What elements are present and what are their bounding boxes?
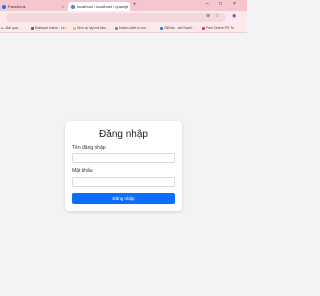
address-bar[interactable] bbox=[6, 13, 226, 22]
new-tab-button[interactable]: + bbox=[133, 2, 137, 8]
bookmark-item[interactable]: button-debt-in-ovi... bbox=[115, 26, 148, 30]
tab-facebook[interactable]: Facebook × bbox=[0, 2, 66, 11]
bookmark-item[interactable]: Dịch vụ lấy mã bảo... bbox=[73, 26, 109, 30]
bookmark-item[interactable]: GitHub - devTranh... bbox=[160, 26, 195, 30]
tab-label: localhost / localhost / quanlyl bbox=[77, 4, 128, 9]
close-tab-icon[interactable]: × bbox=[62, 4, 64, 9]
username-label: Tên đăng nhập bbox=[72, 145, 106, 151]
bookmark-label: button-debt-in-ovi... bbox=[119, 26, 149, 30]
translate-icon[interactable]: ⊕ bbox=[206, 13, 210, 19]
profile-avatar-icon[interactable]: ◉ bbox=[232, 13, 236, 19]
bookmarks-bar: c—Bài qua... Notepad online - Le... Dịch… bbox=[0, 24, 247, 33]
facebook-favicon-icon bbox=[2, 4, 6, 9]
tab-localhost[interactable]: localhost / localhost / quanlyl × bbox=[68, 2, 130, 11]
facebook-favicon-icon bbox=[160, 26, 163, 30]
bookmark-label: Dịch vụ lấy mã bảo... bbox=[77, 26, 109, 30]
close-tab-icon[interactable]: × bbox=[126, 4, 128, 9]
password-input[interactable] bbox=[72, 177, 175, 187]
password-label: Mật khẩu bbox=[72, 168, 93, 174]
browser-tab-strip: Facebook × localhost / localhost / quanl… bbox=[0, 0, 247, 11]
bookmark-item[interactable]: c—Bài qua... bbox=[1, 26, 20, 30]
page-icon bbox=[115, 26, 118, 30]
login-submit-button[interactable]: Đăng nhập bbox=[72, 193, 175, 204]
login-card: Đăng nhập Tên đăng nhập Mật khẩu Đăng nh… bbox=[65, 121, 182, 211]
minimize-button[interactable]: – bbox=[206, 1, 209, 7]
bookmark-item[interactable]: Notepad online - Le... bbox=[31, 26, 67, 30]
close-window-button[interactable]: × bbox=[233, 1, 236, 7]
bookmark-star-icon[interactable]: ☆ bbox=[215, 13, 219, 19]
bookmark-label: c—Bài qua... bbox=[1, 26, 21, 30]
bookmark-label: Notepad online - Le... bbox=[35, 26, 68, 30]
username-input[interactable] bbox=[72, 153, 175, 163]
bookmark-label: Free Online PD To bbox=[206, 26, 234, 30]
notepad-favicon-icon bbox=[31, 26, 34, 30]
login-title: Đăng nhập bbox=[99, 129, 148, 140]
bookmark-label: GitHub - devTranh... bbox=[164, 26, 195, 30]
tab-label: Facebook bbox=[8, 4, 26, 9]
bookmark-item[interactable]: Free Online PD To bbox=[202, 26, 234, 30]
pdf-icon bbox=[202, 26, 205, 30]
phpmyadmin-favicon-icon bbox=[71, 4, 75, 9]
folder-icon bbox=[73, 26, 76, 30]
maximize-button[interactable]: □ bbox=[219, 1, 222, 7]
